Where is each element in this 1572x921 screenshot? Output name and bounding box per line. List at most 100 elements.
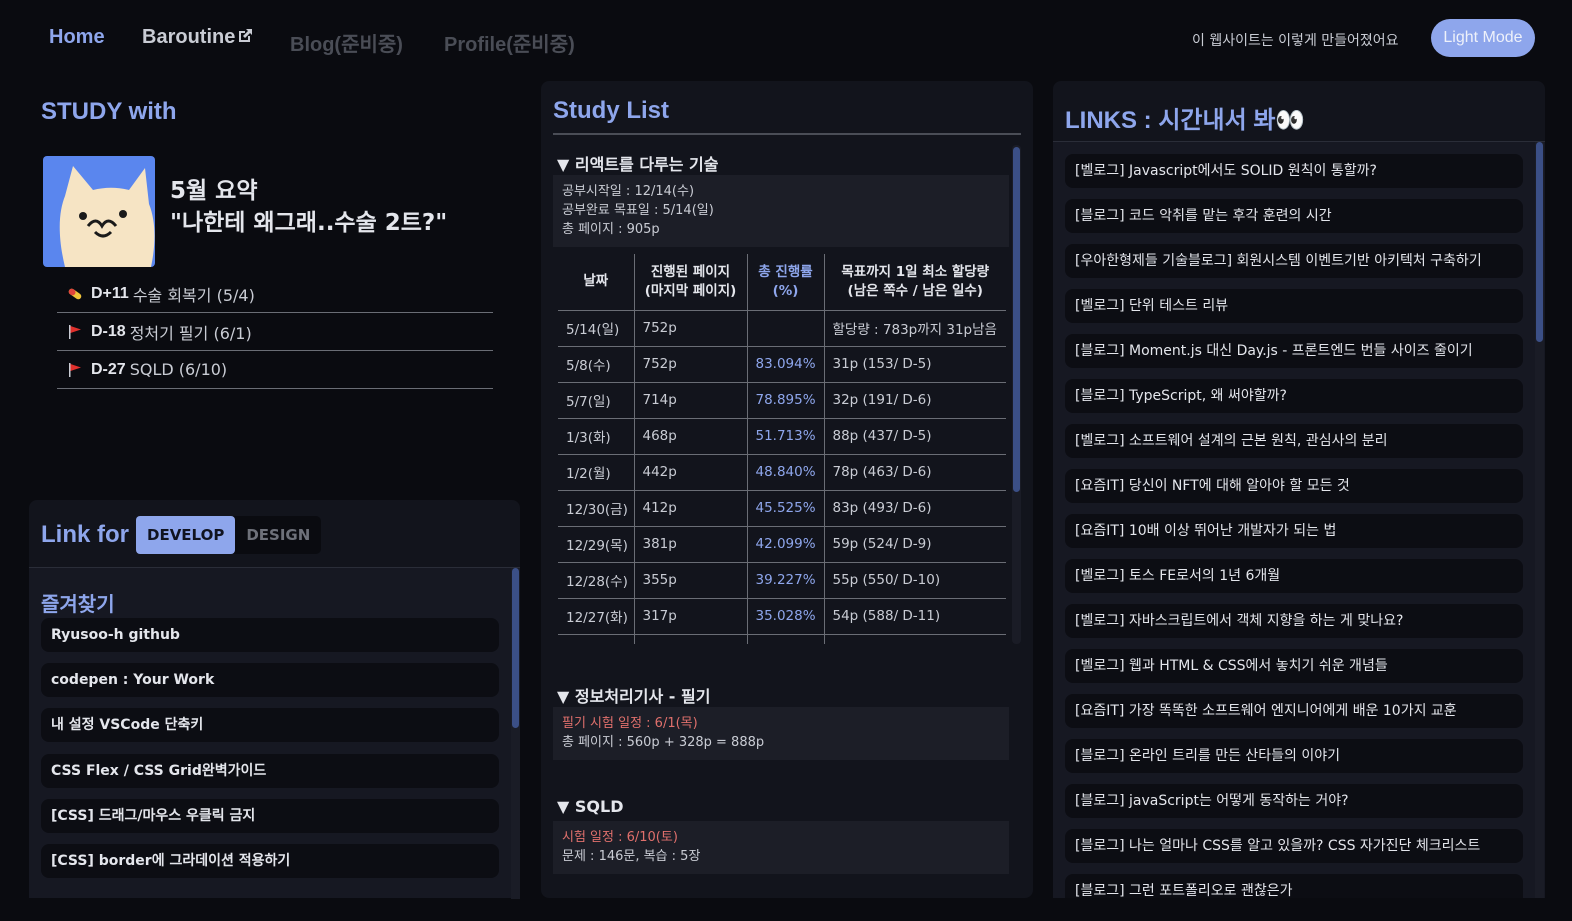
nav-home-link[interactable]: Home — [49, 26, 105, 49]
cell-date: 12/29(목) — [558, 526, 635, 563]
bookmark-item[interactable]: CSS Flex / CSS Grid완벽가이드 — [41, 754, 499, 788]
dday-code: D+11 — [91, 284, 129, 302]
link-item[interactable]: [벨로그] 소프트웨어 설계의 근본 원칙, 관심사의 분리 — [1065, 424, 1523, 458]
nav-baroutine-link[interactable]: Baroutine — [142, 26, 253, 49]
section-engineer-head[interactable]: ▼ 정보처리기사 - 필기 — [557, 683, 710, 707]
scrollbar-thumb[interactable] — [1013, 147, 1020, 492]
info-line-red: 시험 일정 : 6/10(토) — [562, 830, 678, 845]
link-item[interactable]: [벨로그] 자바스크립트에서 객체 지향을 하는 게 맞나요? — [1065, 604, 1523, 638]
bookmark-item[interactable]: [CSS] 드래그/마우스 우클릭 금지 — [41, 799, 499, 833]
table-row: 12/27(화) 317p 35.028% 54p (588/ D-11) — [558, 598, 1006, 635]
cell-pages: 355p — [634, 562, 748, 599]
light-mode-button[interactable]: Light Mode — [1431, 19, 1535, 57]
info-line: 총 페이지 : 560p + 328p = 888p — [562, 735, 765, 750]
bookmark-item[interactable]: Ryusoo-h github — [41, 618, 499, 652]
cell-date: 5/14(일) — [558, 310, 635, 347]
cell-quota: 54p (588/ D-11) — [824, 598, 1006, 635]
link-item[interactable]: [블로그] 그런 포트폴리오로 괜찮은가 — [1065, 874, 1523, 898]
cell-progress: 35.028% — [747, 598, 825, 635]
progress-table: 날짜 진행된 페이지 (마지막 페이지) 총 진행률 (%) 목표까지 1일 최… — [558, 254, 1006, 644]
dday-text: 정처기 필기 (6/1) — [129, 323, 252, 343]
cell-date: 1/3(화) — [558, 418, 635, 455]
cell-quota — [824, 634, 1006, 644]
cell-pages — [634, 634, 748, 644]
link-item[interactable]: [블로그] 코드 악취를 맡는 후각 훈련의 시간 — [1065, 199, 1523, 233]
dday-text: SQLD (6/10) — [129, 360, 228, 379]
table-row: 12/30(금) 412p 45.525% 83p (493/ D-6) — [558, 490, 1006, 527]
link-for-tabs: DEVELOP DESIGN — [136, 516, 322, 554]
bookmark-item[interactable]: [CSS] border에 그라데이션 적용하기 — [41, 844, 499, 878]
bookmark-item[interactable]: codepen : Your Work — [41, 663, 499, 697]
nav-profile-link[interactable]: Profile(준비중) — [444, 28, 575, 57]
scrollbar-thumb[interactable] — [1536, 142, 1543, 342]
bookmarks-scrollbar[interactable] — [511, 568, 520, 899]
cell-pages: 317p — [634, 598, 748, 635]
link-item[interactable]: [요즘IT] 가장 똑똑한 소프트웨어 엔지니어에게 배운 10가지 교훈 — [1065, 694, 1523, 728]
top-nav: Home Baroutine Blog(준비중) Profile(준비중) 이 … — [0, 0, 1572, 76]
study-list-scrollbar[interactable] — [1012, 145, 1021, 644]
cell-date: 5/8(수) — [558, 346, 635, 383]
cell-quota: 59p (524/ D-9) — [824, 526, 1006, 563]
section-engineer-info: 필기 시험 일정 : 6/1(목) 총 페이지 : 560p + 328p = … — [553, 707, 1009, 760]
link-item[interactable]: [블로그] 온라인 트리를 만든 산타들의 이야기 — [1065, 739, 1523, 773]
tab-develop[interactable]: DEVELOP — [136, 516, 236, 554]
made-how-link[interactable]: 이 웹사이트는 이렇게 만들어졌어요 — [1192, 30, 1399, 50]
summary-month: 5월 요약 — [170, 178, 258, 204]
table-row: 12/28(수) 355p 39.227% 55p (550/ D-10) — [558, 562, 1006, 599]
study-list-scroll-area: ▼ 리액트를 다루는 기술 공부시작일 : 12/14(수) 공부완료 목표일 … — [541, 81, 1033, 644]
nav-baroutine-label: Baroutine — [142, 26, 236, 48]
link-for-panel: Link for DEVELOP DESIGN 즐겨찾기 Ryusoo-h gi… — [29, 500, 520, 899]
cell-date — [558, 634, 635, 644]
cell-pages: 412p — [634, 490, 748, 527]
tab-design[interactable]: DESIGN — [235, 516, 321, 554]
link-item[interactable]: [블로그] Moment.js 대신 Day.js - 프론트엔드 번들 사이즈… — [1065, 334, 1523, 368]
dday-code: D-27 — [91, 360, 126, 378]
link-item[interactable]: [벨로그] 웹과 HTML & CSS에서 놓치기 쉬운 개념들 — [1065, 649, 1523, 683]
cell-progress: 48.840% — [747, 454, 825, 491]
section-react-info: 공부시작일 : 12/14(수) 공부완료 목표일 : 5/14(일) 총 페이… — [553, 175, 1009, 247]
cell-date: 1/2(월) — [558, 454, 635, 491]
info-line-red: 필기 시험 일정 : 6/1(목) — [562, 716, 698, 731]
nav-blog-link[interactable]: Blog(준비중) — [290, 28, 403, 57]
bookmark-item[interactable]: 내 설정 VSCode 단축키 — [41, 708, 499, 742]
table-row: 5/7(일) 714p 78.895% 32p (191/ D-6) — [558, 382, 1006, 419]
table-row: 5/14(일) 752p 할당량 : 783p까지 31p남음 — [558, 310, 1006, 347]
link-item[interactable]: [요즘IT] 10배 이상 뛰어난 개발자가 되는 법 — [1065, 514, 1523, 548]
study-list-panel: Study List ▼ 리액트를 다루는 기술 공부시작일 : 12/14(수… — [541, 81, 1033, 898]
cell-pages: 752p — [634, 346, 748, 383]
link-item[interactable]: [벨로그] 토스 FE로서의 1년 6개월 — [1065, 559, 1523, 593]
cell-date: 12/28(수) — [558, 562, 635, 599]
summary-quote: "나한테 왜그래..수술 2트?" — [170, 210, 448, 236]
dday-code: D-18 — [91, 322, 126, 340]
cell-pages: 714p — [634, 382, 748, 419]
section-react-head[interactable]: ▼ 리액트를 다루는 기술 — [557, 151, 719, 175]
table-row: 5/8(수) 752p 83.094% 31p (153/ D-5) — [558, 346, 1006, 383]
dday-item: D-27 SQLD (6/10) — [57, 351, 493, 389]
link-item[interactable]: [블로그] TypeScript, 왜 써야할까? — [1065, 379, 1523, 413]
col-header-progress: 총 진행률 (%) — [747, 254, 825, 311]
scrollbar-thumb[interactable] — [512, 568, 519, 728]
cell-date: 12/30(금) — [558, 490, 635, 527]
cat-avatar-image — [43, 156, 155, 267]
link-item[interactable]: [블로그] 나는 얼마나 CSS를 알고 있을까? CSS 자가진단 체크리스트 — [1065, 829, 1523, 863]
link-item[interactable]: [우아한형제들 기술블로그] 회원시스템 이벤트기반 아키텍처 구축하기 — [1065, 244, 1523, 278]
dday-item: D+11 수술 회복기 (5/4) — [57, 275, 493, 313]
table-row: 1/3(화) 468p 51.713% 88p (437/ D-5) — [558, 418, 1006, 455]
link-item[interactable]: [벨로그] 단위 테스트 리뷰 — [1065, 289, 1523, 323]
link-item[interactable]: [요즘IT] 당신이 NFT에 대해 알아야 할 모든 것 — [1065, 469, 1523, 503]
links-panel: LINKS : 시간내서 봐👀 [벨로그] Javascript에서도 SOLI… — [1053, 81, 1545, 898]
links-scrollbar[interactable] — [1535, 142, 1544, 898]
bookmarks-title: 즐겨찾기 — [41, 592, 115, 616]
cell-progress: 51.713% — [747, 418, 825, 455]
section-sqld-head[interactable]: ▼ SQLD — [557, 797, 623, 816]
info-line: 공부완료 목표일 : 5/14(일) — [562, 203, 714, 218]
cell-pages: 442p — [634, 454, 748, 491]
table-row: 12/29(목) 381p 42.099% 59p (524/ D-9) — [558, 526, 1006, 563]
pill-icon — [68, 288, 82, 299]
table-row — [558, 634, 1006, 644]
link-item[interactable]: [벨로그] Javascript에서도 SOLID 원칙이 통할까? — [1065, 154, 1523, 188]
link-item[interactable]: [블로그] javaScript는 어떻게 동작하는 거야? — [1065, 784, 1523, 818]
dday-list: D+11 수술 회복기 (5/4) D-18 정처기 필기 (6/1) D-27 SQ… — [57, 275, 493, 389]
cell-quota: 31p (153/ D-5) — [824, 346, 1006, 383]
cell-date: 5/7(일) — [558, 382, 635, 419]
